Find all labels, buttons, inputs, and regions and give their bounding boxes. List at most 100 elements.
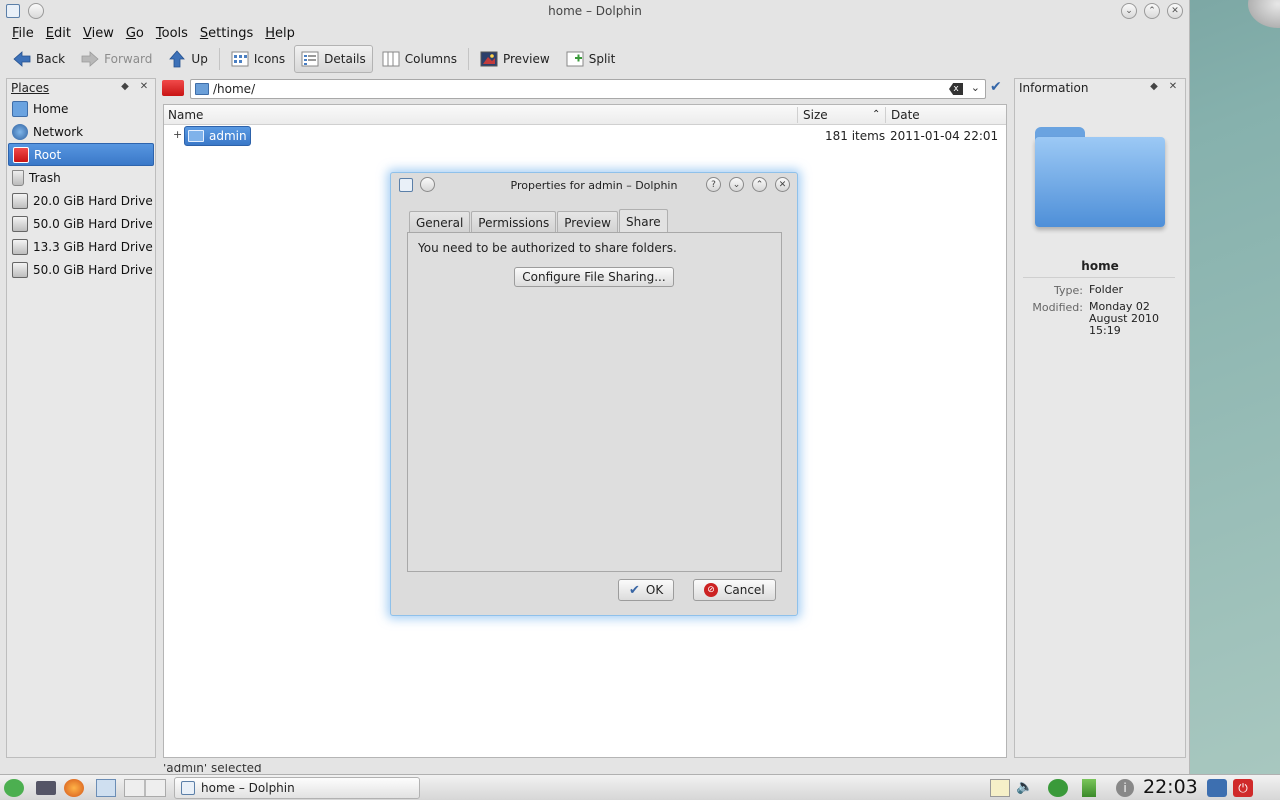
location-input[interactable]: /home/ x ⌄ bbox=[190, 79, 986, 99]
hard-drive-icon bbox=[12, 215, 28, 232]
power-icon[interactable]: ⏻ bbox=[1233, 779, 1253, 797]
menu-go[interactable]: Go bbox=[120, 26, 150, 41]
panel-float-icon[interactable]: ◆ bbox=[1148, 81, 1160, 93]
close-button[interactable]: ✕ bbox=[775, 177, 790, 192]
hard-drive-icon bbox=[12, 261, 28, 278]
sidebar-item-50-0-gib-hard-drive[interactable]: 50.0 GiB Hard Drive bbox=[8, 258, 154, 281]
tab-permissions[interactable]: Permissions bbox=[471, 211, 557, 233]
information-panel: Information ◆ ✕ home Type: Folder Modifi… bbox=[1014, 78, 1186, 758]
sort-ascending-icon: ⌃ bbox=[872, 109, 881, 120]
file-name: admin bbox=[209, 129, 247, 143]
menu-edit[interactable]: Edit bbox=[40, 26, 77, 41]
status-text: 'admin' selected bbox=[163, 764, 262, 774]
sidebar-item-label: Root bbox=[34, 147, 62, 162]
preview-button[interactable]: Preview bbox=[473, 45, 557, 73]
trash-icon bbox=[12, 169, 24, 186]
clear-text-icon[interactable]: x bbox=[949, 83, 963, 95]
menu-settings[interactable]: Settings bbox=[194, 26, 259, 41]
dialog-titlebar[interactable]: Properties for admin – Dolphin ? ⌄ ⌃ ✕ bbox=[391, 173, 797, 197]
places-list: Home Network Root Trash 20.0 GiB Hard Drive 5… bbox=[7, 97, 155, 281]
kickoff-menu-icon[interactable] bbox=[4, 779, 24, 797]
sidebar-item-13-3-gib-hard-drive[interactable]: 13.3 GiB Hard Drive bbox=[8, 235, 154, 258]
tab-share[interactable]: Share bbox=[619, 209, 668, 233]
icons-view-button[interactable]: Icons bbox=[224, 45, 292, 73]
hard-drive-icon bbox=[12, 238, 28, 255]
close-button[interactable]: ✕ bbox=[1167, 3, 1183, 19]
file-manager-icon[interactable] bbox=[96, 779, 116, 797]
sidebar-item-network[interactable]: Network bbox=[8, 120, 154, 143]
chevron-down-icon[interactable]: ⌄ bbox=[971, 81, 980, 94]
divider bbox=[1023, 277, 1175, 278]
lock-screen-icon[interactable] bbox=[1207, 779, 1227, 797]
taskbar-task-dolphin[interactable]: home – Dolphin bbox=[174, 777, 420, 799]
menu-help[interactable]: Help bbox=[259, 26, 301, 41]
main-toolbar: Back Forward Up Icons Details Columns Pr… bbox=[0, 44, 1190, 74]
columns-view-icon bbox=[382, 50, 400, 68]
dolphin-app-icon[interactable] bbox=[6, 4, 20, 18]
column-separator[interactable] bbox=[885, 107, 886, 123]
volume-icon[interactable]: 🔈 bbox=[1016, 779, 1036, 797]
folder-icon bbox=[188, 130, 204, 142]
maximize-button[interactable]: ⌃ bbox=[1144, 3, 1160, 19]
info-icon[interactable]: i bbox=[1116, 779, 1134, 797]
clock[interactable]: 22:03 bbox=[1143, 776, 1198, 798]
expand-icon[interactable]: + bbox=[173, 128, 182, 141]
configure-file-sharing-button[interactable]: Configure File Sharing... bbox=[514, 267, 674, 287]
split-view-icon bbox=[566, 50, 584, 68]
sidebar-item-trash[interactable]: Trash bbox=[8, 166, 154, 189]
cancel-button[interactable]: ⊘ Cancel bbox=[693, 579, 776, 601]
file-size: 181 items bbox=[825, 129, 886, 143]
column-size[interactable]: Size bbox=[803, 108, 828, 122]
info-title: Information bbox=[1019, 81, 1089, 95]
column-separator[interactable] bbox=[797, 107, 798, 123]
sidebar-item-20-0-gib-hard-drive[interactable]: 20.0 GiB Hard Drive bbox=[8, 189, 154, 212]
columns-view-button[interactable]: Columns bbox=[375, 45, 464, 73]
help-button[interactable]: ? bbox=[706, 177, 721, 192]
minimize-button[interactable]: ⌄ bbox=[729, 177, 744, 192]
checkmark-icon[interactable]: ✔ bbox=[990, 79, 1006, 95]
menu-tools[interactable]: Tools bbox=[150, 26, 194, 41]
column-header: Name Size ⌃ Date bbox=[164, 105, 1006, 125]
root-folder-icon[interactable] bbox=[162, 80, 184, 96]
forward-button[interactable]: Forward bbox=[74, 45, 159, 73]
ok-button[interactable]: ✔ OK bbox=[618, 579, 675, 601]
clipboard-icon[interactable] bbox=[990, 779, 1010, 797]
sidebar-item-home[interactable]: Home bbox=[8, 97, 154, 120]
sidebar-item-label: 20.0 GiB Hard Drive bbox=[33, 193, 153, 208]
panel-close-icon[interactable]: ✕ bbox=[138, 81, 150, 93]
tab-preview[interactable]: Preview bbox=[557, 211, 618, 233]
sidebar-item-label: 50.0 GiB Hard Drive bbox=[33, 262, 153, 277]
sidebar-item-root[interactable]: Root bbox=[8, 143, 154, 166]
file-date: 2011-01-04 22:01 bbox=[890, 129, 999, 143]
large-folder-icon bbox=[1035, 127, 1165, 231]
network-globe-icon bbox=[12, 123, 28, 140]
maximize-button[interactable]: ⌃ bbox=[752, 177, 767, 192]
menu-view[interactable]: View bbox=[77, 26, 120, 41]
battery-icon[interactable] bbox=[1082, 779, 1096, 797]
update-notifier-icon[interactable] bbox=[1048, 779, 1068, 797]
window-titlebar[interactable]: home – Dolphin ⌄ ⌃ ✕ bbox=[0, 0, 1190, 22]
table-row[interactable]: + admin 181 items 2011-01-04 22:01 bbox=[164, 126, 1006, 146]
column-name[interactable]: Name bbox=[168, 108, 203, 122]
dolphin-app-icon[interactable] bbox=[399, 178, 413, 192]
file-item-admin[interactable]: admin bbox=[184, 126, 251, 146]
tab-general[interactable]: General bbox=[409, 211, 471, 233]
window-title: home – Dolphin bbox=[548, 4, 642, 18]
window-menu-button[interactable] bbox=[28, 3, 44, 19]
details-view-button[interactable]: Details bbox=[294, 45, 373, 73]
split-button[interactable]: Split bbox=[559, 45, 623, 73]
taskbar: home – Dolphin 🔈 i 22:03 ⏻ bbox=[0, 774, 1280, 800]
back-button[interactable]: Back bbox=[6, 45, 72, 73]
panel-close-icon[interactable]: ✕ bbox=[1167, 81, 1179, 93]
column-date[interactable]: Date bbox=[891, 108, 920, 122]
window-menu-button[interactable] bbox=[420, 177, 435, 192]
sidebar-item-50-0-gib-hard-drive[interactable]: 50.0 GiB Hard Drive bbox=[8, 212, 154, 235]
minimize-button[interactable]: ⌄ bbox=[1121, 3, 1137, 19]
back-arrow-icon bbox=[13, 50, 31, 68]
pager-icon[interactable] bbox=[124, 779, 166, 797]
panel-float-icon[interactable]: ◆ bbox=[119, 81, 131, 93]
firefox-icon[interactable] bbox=[64, 779, 84, 797]
up-button[interactable]: Up bbox=[161, 45, 214, 73]
show-desktop-icon[interactable] bbox=[36, 781, 56, 795]
menu-file[interactable]: File bbox=[6, 26, 40, 41]
